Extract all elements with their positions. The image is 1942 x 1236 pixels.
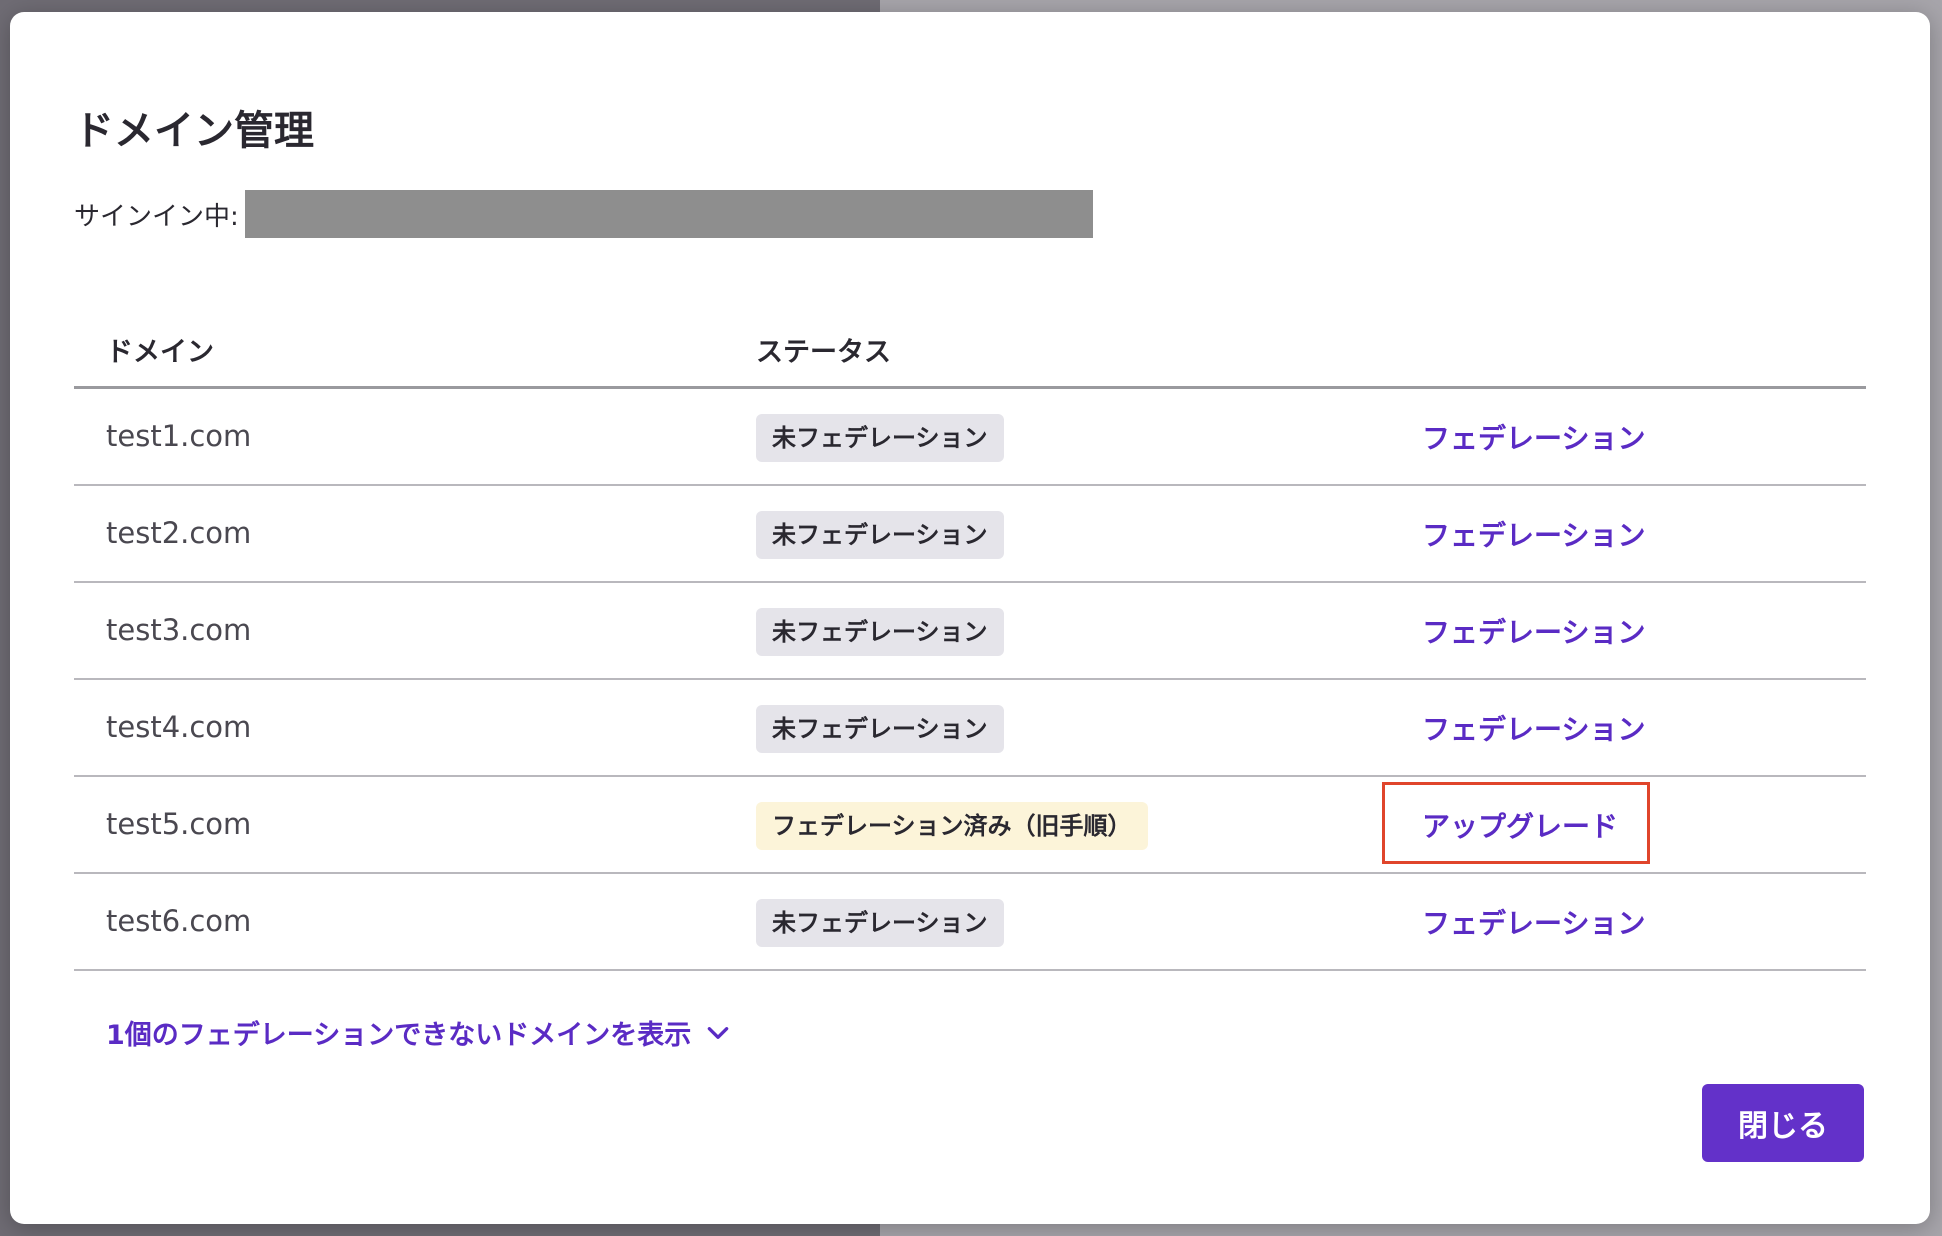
table-row: test6.com 未フェデレーション フェデレーション <box>74 874 1866 971</box>
column-header-status: ステータス <box>756 337 891 368</box>
federate-link[interactable]: フェデレーション <box>1422 902 1645 942</box>
status-badge: 未フェデレーション <box>756 899 1004 947</box>
show-unfederatable-domains-toggle[interactable]: 1個のフェデレーションできないドメインを表示 <box>106 1013 731 1052</box>
show-more-label: 1個のフェデレーションできないドメインを表示 <box>106 1020 692 1051</box>
signin-label: サインイン中: <box>74 201 239 232</box>
column-header-domain: ドメイン <box>106 337 214 368</box>
table-row: test4.com 未フェデレーション フェデレーション <box>74 680 1866 777</box>
domain-name: test1.com <box>106 419 252 453</box>
domain-table: ドメイン ステータス test1.com 未フェデレーション フェデレーション … <box>74 308 1866 971</box>
status-badge: 未フェデレーション <box>756 608 1004 656</box>
close-button[interactable]: 閉じる <box>1702 1084 1864 1162</box>
federate-link[interactable]: フェデレーション <box>1422 417 1645 457</box>
federate-link[interactable]: フェデレーション <box>1422 514 1645 554</box>
domain-name: test4.com <box>106 710 252 744</box>
domain-name: test3.com <box>106 613 252 647</box>
signin-account-redacted <box>244 190 1093 238</box>
table-row: test5.com フェデレーション済み（旧手順） アップグレード <box>74 777 1866 874</box>
domain-name: test5.com <box>106 807 252 841</box>
federate-link[interactable]: フェデレーション <box>1422 708 1645 748</box>
status-badge: フェデレーション済み（旧手順） <box>756 802 1148 850</box>
table-row: test2.com 未フェデレーション フェデレーション <box>74 486 1866 583</box>
chevron-down-icon <box>707 1026 729 1039</box>
upgrade-link[interactable]: アップグレード <box>1422 805 1618 845</box>
status-badge: 未フェデレーション <box>756 511 1004 559</box>
status-badge: 未フェデレーション <box>756 414 1004 462</box>
dialog-title: ドメイン管理 <box>74 108 314 154</box>
signin-info: サインイン中: <box>74 190 1093 238</box>
table-row: test1.com 未フェデレーション フェデレーション <box>74 389 1866 486</box>
status-badge: 未フェデレーション <box>756 705 1004 753</box>
domain-name: test6.com <box>106 904 252 938</box>
domain-name: test2.com <box>106 516 252 550</box>
federate-link[interactable]: フェデレーション <box>1422 611 1645 651</box>
table-row: test3.com 未フェデレーション フェデレーション <box>74 583 1866 680</box>
domain-management-dialog: ドメイン管理 サインイン中: ドメイン ステータス test1.com 未フェデ… <box>10 12 1930 1224</box>
table-header: ドメイン ステータス <box>74 308 1866 389</box>
